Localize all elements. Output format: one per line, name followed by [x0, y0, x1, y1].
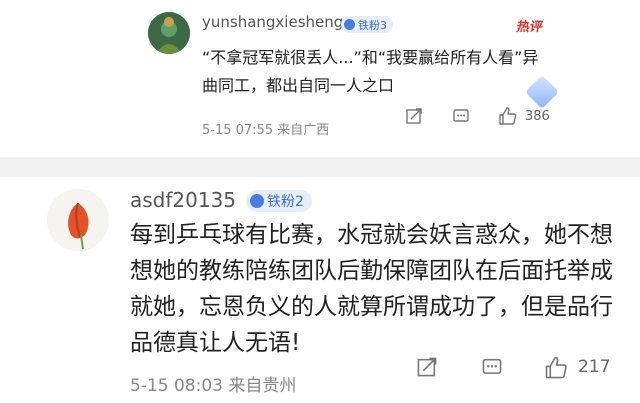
comment-meta: 5-15 07:55 来自广西	[202, 119, 329, 138]
share-icon	[406, 108, 422, 124]
avatar-image	[148, 12, 190, 54]
divider	[0, 157, 640, 177]
comment-item: yunshangxiesheng 铁粉3 热评 “不拿冠军就很丢人...”和“我…	[0, 0, 640, 150]
username[interactable]: yunshangxiesheng	[202, 13, 343, 31]
fan-badge-label: 铁粉2	[267, 194, 304, 210]
thumbs-up-icon	[545, 356, 567, 378]
fan-badge-label: 铁粉3	[358, 18, 387, 32]
share-icon	[417, 357, 437, 377]
comment-time: 5-15 08:03	[130, 376, 223, 396]
comment-time: 5-15 07:55	[202, 123, 274, 138]
comment-icon	[453, 109, 469, 122]
like-button[interactable]: 217	[544, 355, 610, 380]
reply-button[interactable]	[452, 107, 470, 125]
like-button[interactable]: 386	[498, 106, 550, 126]
hot-comment-tag: 热评	[515, 20, 544, 35]
fan-badge-icon	[344, 19, 355, 30]
comment-location: 来自广西	[277, 123, 330, 138]
comment-meta: 5-15 08:03 来自贵州	[130, 371, 296, 396]
fan-badge: 铁粉2	[246, 190, 312, 212]
fan-badge-icon	[250, 194, 264, 208]
share-button[interactable]	[416, 356, 438, 378]
comment-icon	[482, 358, 502, 374]
comment-location: 来自贵州	[228, 376, 297, 396]
comment-text: “不拿冠军就很丢人...”和“我要赢给所有人看”异曲同工，都出自同一人之口	[202, 48, 539, 95]
avatar-image	[47, 189, 109, 251]
share-button[interactable]	[405, 107, 423, 125]
comment-text: 每到乒乓球有比赛，水冠就会妖言惑众，她不想想她的教练陪练团队后勤保障团队在后面托…	[130, 222, 613, 356]
thumbs-up-icon	[499, 107, 517, 125]
username[interactable]: asdf20135	[130, 188, 236, 212]
avatar[interactable]	[47, 189, 109, 251]
like-count: 386	[525, 108, 550, 124]
avatar[interactable]	[148, 12, 190, 54]
reply-button[interactable]	[481, 356, 503, 378]
like-count: 217	[578, 357, 611, 377]
fan-badge: 铁粉3	[341, 16, 393, 33]
comment-item: asdf20135 铁粉2 每到乒乓球有比赛，水冠就会妖言惑众，她不想想她的教练…	[0, 177, 640, 403]
